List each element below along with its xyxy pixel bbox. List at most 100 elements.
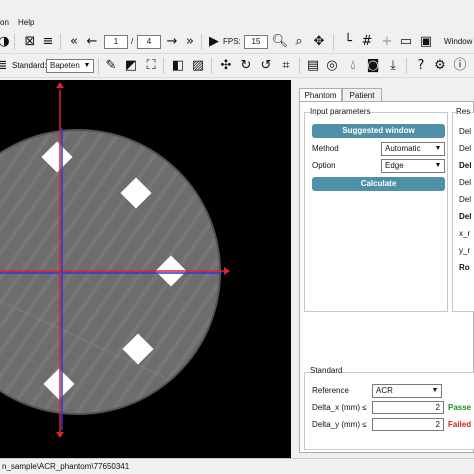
menu-bar: on Help xyxy=(0,0,474,30)
arrow-up-icon xyxy=(56,82,64,88)
page-current-input[interactable]: 1 xyxy=(104,35,128,49)
monitor-icon[interactable]: ▭ xyxy=(398,34,414,50)
option-label: Option xyxy=(312,161,336,170)
rotate-cw-icon[interactable]: ↻ xyxy=(238,58,254,74)
delta-x-input[interactable]: 2 xyxy=(372,401,444,414)
toolbar-separator xyxy=(299,58,300,74)
crosshair-icon[interactable]: + xyxy=(379,34,395,50)
status-path: n_sample\ACR_phantom\77650341 xyxy=(2,462,130,471)
rotate-ccw-icon[interactable]: ↺ xyxy=(258,58,274,74)
chevron-down-icon: ▼ xyxy=(434,145,442,152)
secondary-toolbar: ≣ Standard: Bapeten ▼ ✎ ◩ ⛶ ◧ ▨ ✣ ↻ ↺ ⌗ … xyxy=(0,54,474,78)
camera-icon[interactable]: ◙ xyxy=(365,58,381,74)
option-select[interactable]: Edge ▼ xyxy=(381,159,445,173)
rotation-result-label: Ro xyxy=(459,263,470,272)
standard-group-title: Standard xyxy=(310,366,343,375)
play-icon[interactable]: ▶ xyxy=(206,34,222,50)
menu-item-partial[interactable]: on xyxy=(0,18,9,27)
chevron-down-icon: ▼ xyxy=(431,387,439,394)
info-icon[interactable]: ⓘ xyxy=(452,58,468,74)
chevron-down-icon: ▼ xyxy=(434,162,442,169)
page-total-field: 4 xyxy=(137,35,161,49)
settings-icon[interactable]: ⚙ xyxy=(432,58,448,74)
edit-icon[interactable]: ✎ xyxy=(103,58,119,74)
delta-y-label: Delta_y (mm) ≤ xyxy=(312,420,367,429)
grid-icon[interactable]: # xyxy=(359,34,375,50)
help-icon[interactable]: ? xyxy=(413,58,429,74)
status-bar: n_sample\ACR_phantom\77650341 xyxy=(0,458,474,474)
toolbar-separator xyxy=(98,58,99,74)
phantom-body xyxy=(0,131,219,413)
reference-select-value: ACR xyxy=(376,386,393,395)
tab-patient[interactable]: Patient xyxy=(342,88,382,102)
next-icon[interactable]: → xyxy=(164,34,180,50)
pan-icon[interactable]: ✥ xyxy=(311,34,327,50)
toolbar-separator xyxy=(333,34,334,50)
drop-icon[interactable]: 💧︎ xyxy=(345,58,361,74)
delta-x-label: Delta_x (mm) ≤ xyxy=(312,403,367,412)
result-row-label: Del xyxy=(459,178,472,187)
zoom-rect-icon[interactable]: ⌕ xyxy=(291,34,307,50)
y-result-label: y_r xyxy=(459,246,471,255)
calculate-button[interactable]: Calculate xyxy=(312,177,445,191)
x-result-label: x_r xyxy=(459,229,471,238)
contrast-icon[interactable]: ◩ xyxy=(123,58,139,74)
last-page-icon[interactable]: » xyxy=(182,34,198,50)
delta-y-result: Failed xyxy=(448,420,472,429)
toolbar-separator xyxy=(60,34,61,50)
zoom-icon[interactable]: 🔍︎ xyxy=(272,34,289,50)
phantom-image xyxy=(0,82,230,438)
flip-icon[interactable]: ◧ xyxy=(170,58,186,74)
list-icon[interactable]: ≣ xyxy=(0,58,10,74)
fps-label: FPS: xyxy=(223,37,241,46)
fit-view-icon[interactable]: ⛶ xyxy=(143,58,159,74)
page-separator: / xyxy=(131,37,134,46)
chevron-down-icon: ▼ xyxy=(83,62,91,69)
toolbar-separator xyxy=(14,34,15,50)
method-select[interactable]: Automatic ▼ xyxy=(381,142,445,156)
move-icon[interactable]: ✣ xyxy=(218,58,234,74)
results-title: Res xyxy=(456,107,471,116)
standard-label: Standard: xyxy=(12,61,47,70)
image-icon[interactable]: ▤ xyxy=(305,58,321,74)
crop-icon[interactable]: ⌗ xyxy=(278,58,294,74)
standard-select[interactable]: Bapeten ▼ xyxy=(46,59,94,73)
hatch-icon[interactable]: ▨ xyxy=(190,58,206,74)
arrow-down-icon xyxy=(56,432,64,438)
target-icon[interactable]: ◎ xyxy=(324,58,340,74)
crop-off-icon[interactable]: ⊠ xyxy=(22,34,38,50)
axes-icon[interactable]: └ xyxy=(340,34,356,50)
arrow-right-icon xyxy=(224,267,230,275)
toolbar-separator xyxy=(211,58,212,74)
image-viewer[interactable] xyxy=(0,80,291,458)
main-toolbar: ◑ ⊠ ≡ « ← 1 / 4 → » ▶ FPS: 15 🔍︎ ⌕ ✥ └ #… xyxy=(0,30,474,54)
result-row-label: Del xyxy=(459,127,472,136)
delta-x-result: Passe xyxy=(448,403,472,412)
delta-y-input[interactable]: 2 xyxy=(372,418,444,431)
side-panel: Phantom Patient Input parameters Suggest… xyxy=(291,80,474,458)
option-select-value: Edge xyxy=(385,161,404,170)
window-level-icon[interactable]: ▣ xyxy=(418,34,434,50)
result-row-label: Del xyxy=(459,144,472,153)
fps-input[interactable]: 15 xyxy=(244,35,268,49)
menu-item-help[interactable]: Help xyxy=(18,18,34,27)
toolbar-separator xyxy=(406,58,407,74)
reference-select[interactable]: ACR ▼ xyxy=(372,384,442,398)
result-row-label: Del xyxy=(459,212,472,221)
toolbar-separator xyxy=(163,58,164,74)
previous-icon[interactable]: ← xyxy=(84,34,100,50)
reference-label: Reference xyxy=(312,386,349,395)
suggested-window-button[interactable]: Suggested window xyxy=(312,124,445,138)
partial-icon[interactable]: ◑ xyxy=(0,34,12,50)
result-row-label: Del xyxy=(459,161,472,170)
download-icon[interactable]: ⤓ xyxy=(385,58,401,74)
input-parameters-title: Input parameters xyxy=(310,107,371,116)
sort-lines-icon[interactable]: ≡ xyxy=(40,34,56,50)
standard-select-value: Bapeten xyxy=(50,61,80,70)
toolbar-separator xyxy=(201,34,202,50)
phantom-tab-pane: Input parameters Suggested window Method… xyxy=(299,101,474,453)
method-select-value: Automatic xyxy=(385,144,421,153)
method-label: Method xyxy=(312,144,339,153)
window-label: Window xyxy=(444,37,473,46)
first-page-icon[interactable]: « xyxy=(66,34,82,50)
